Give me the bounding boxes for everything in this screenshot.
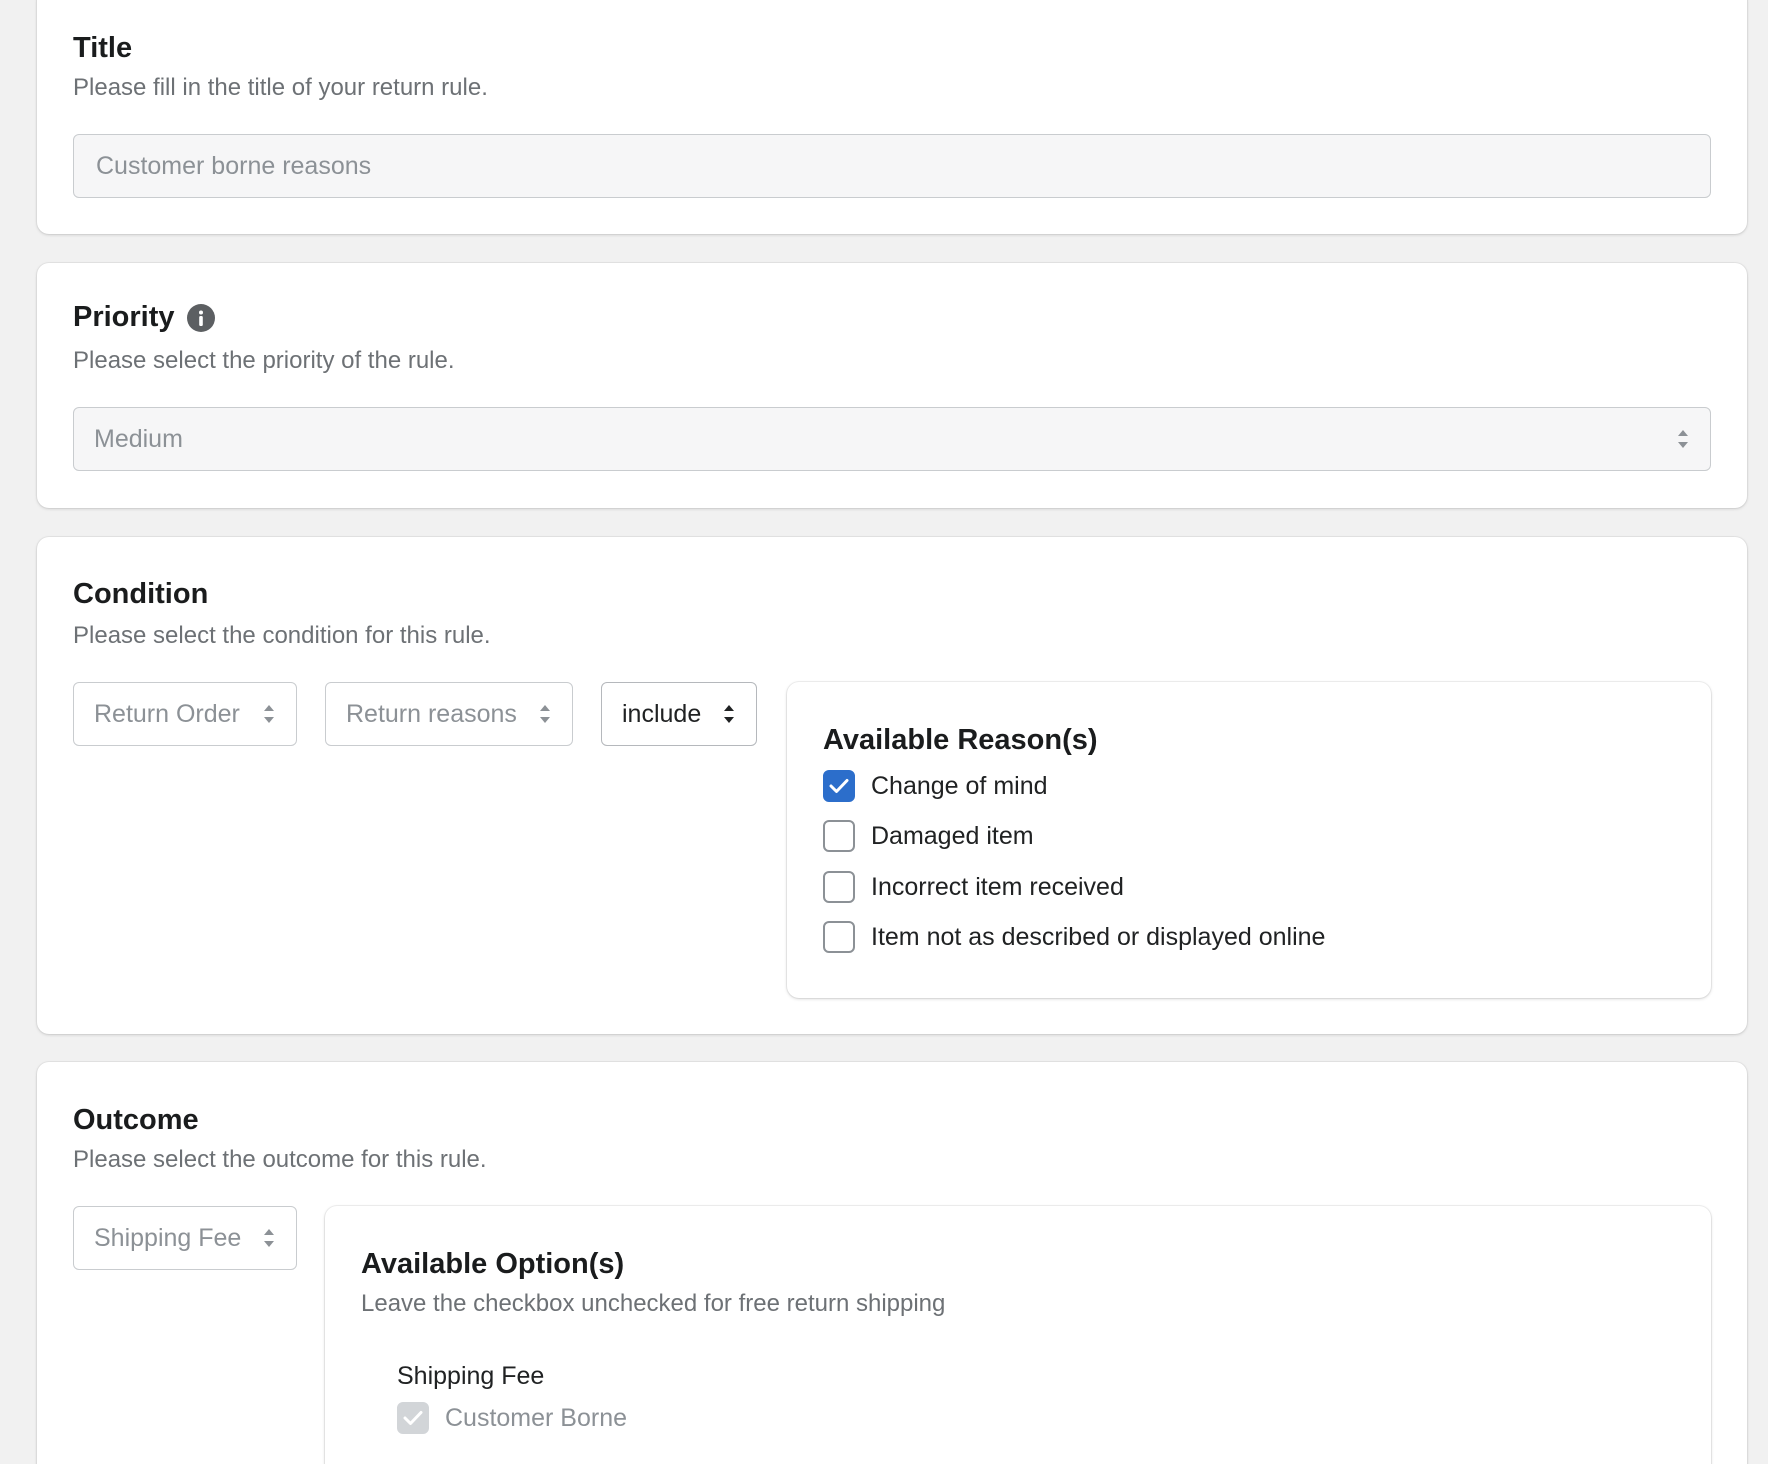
select-arrows-icon xyxy=(1676,428,1690,450)
option-label: Customer Borne xyxy=(445,1403,628,1432)
select-arrows-icon xyxy=(538,703,552,725)
condition-operator-value: include xyxy=(622,699,702,728)
reason-label: Incorrect item received xyxy=(871,872,1124,901)
title-input-value: Customer borne reasons xyxy=(96,151,372,180)
priority-card: Priority Please select the priority of t… xyxy=(37,263,1747,508)
outcome-heading-text: Outcome xyxy=(73,1104,199,1136)
outcome-card: Outcome Please select the outcome for th… xyxy=(37,1062,1747,1464)
outcome-select-value: Shipping Fee xyxy=(94,1223,242,1252)
condition-subject-value: Return Order xyxy=(94,699,240,728)
reason-incorrect-item[interactable]: Incorrect item received xyxy=(823,871,1124,903)
available-reasons-panel: Available Reason(s) Change of mind Damag… xyxy=(787,682,1711,998)
condition-subject-select[interactable]: Return Order xyxy=(73,682,297,746)
checkbox-icon[interactable] xyxy=(823,871,855,903)
select-arrows-icon xyxy=(262,703,276,725)
outcome-heading: Outcome xyxy=(73,1104,199,1137)
condition-field-select[interactable]: Return reasons xyxy=(325,682,573,746)
outcome-description: Please select the outcome for this rule. xyxy=(73,1146,487,1173)
title-heading: Title xyxy=(73,32,132,65)
available-options-panel: Available Option(s) Leave the checkbox u… xyxy=(325,1206,1711,1464)
priority-heading: Priority xyxy=(73,301,215,334)
checkbox-icon[interactable] xyxy=(823,921,855,953)
reason-change-of-mind[interactable]: Change of mind xyxy=(823,770,1048,802)
reason-damaged-item[interactable]: Damaged item xyxy=(823,820,1034,852)
condition-field-value: Return reasons xyxy=(346,699,517,728)
shipping-fee-group-label: Shipping Fee xyxy=(397,1362,545,1390)
reason-label: Damaged item xyxy=(871,821,1034,850)
condition-description: Please select the condition for this rul… xyxy=(73,622,491,649)
available-reasons-heading: Available Reason(s) xyxy=(823,724,1098,756)
condition-heading-text: Condition xyxy=(73,578,209,610)
available-options-description: Leave the checkbox unchecked for free re… xyxy=(361,1290,946,1317)
title-description: Please fill in the title of your return … xyxy=(73,74,488,101)
title-input[interactable]: Customer borne reasons xyxy=(73,134,1711,198)
condition-operator-select[interactable]: include xyxy=(601,682,757,746)
title-heading-text: Title xyxy=(73,32,133,64)
priority-select[interactable]: Medium xyxy=(73,407,1711,471)
return-rule-form: Title Please fill in the title of your r… xyxy=(0,0,1768,1464)
reason-label: Change of mind xyxy=(871,771,1048,800)
priority-description: Please select the priority of the rule. xyxy=(73,347,455,374)
title-card: Title Please fill in the title of your r… xyxy=(37,0,1747,234)
priority-select-value: Medium xyxy=(94,424,183,453)
outcome-select[interactable]: Shipping Fee xyxy=(73,1206,297,1270)
checkbox-icon[interactable] xyxy=(823,820,855,852)
condition-heading: Condition xyxy=(73,578,208,611)
select-arrows-icon xyxy=(722,703,736,725)
option-customer-borne[interactable]: Customer Borne xyxy=(397,1402,627,1434)
reason-label: Item not as described or displayed onlin… xyxy=(871,922,1326,951)
condition-card: Condition Please select the condition fo… xyxy=(37,537,1747,1034)
available-options-heading: Available Option(s) xyxy=(361,1248,625,1280)
checkbox-checked-icon[interactable] xyxy=(823,770,855,802)
select-arrows-icon xyxy=(262,1227,276,1249)
reason-not-as-described[interactable]: Item not as described or displayed onlin… xyxy=(823,921,1325,953)
priority-heading-text: Priority xyxy=(73,301,175,333)
checkbox-disabled-checked-icon[interactable] xyxy=(397,1402,429,1434)
info-icon[interactable] xyxy=(186,303,215,332)
